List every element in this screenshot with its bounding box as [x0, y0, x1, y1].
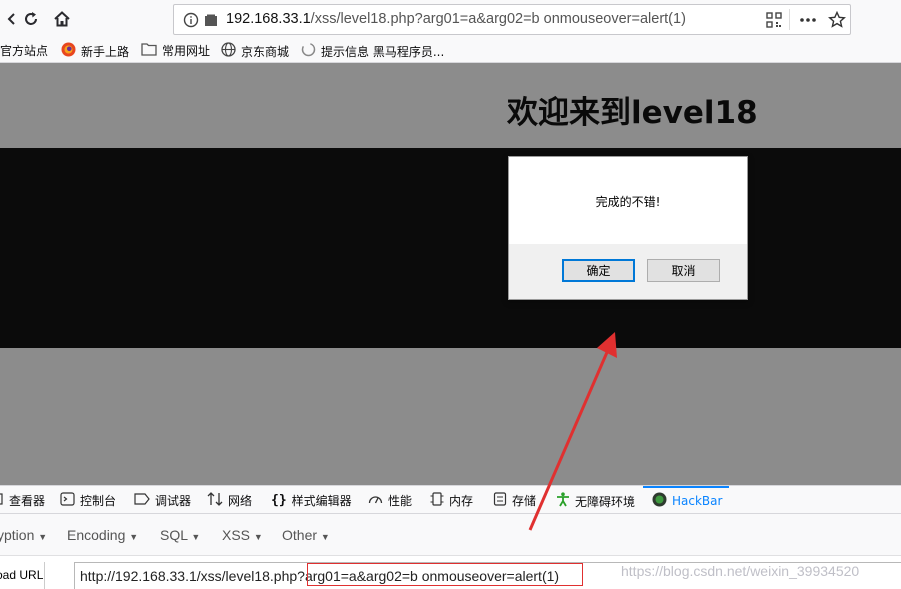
url-host: 192.168.33.1 [226, 11, 311, 27]
highlight-annotation-box [307, 563, 583, 586]
folder-icon [141, 42, 157, 59]
tab-debugger[interactable]: 调试器 [134, 492, 191, 509]
annotation-arrow-icon [528, 332, 617, 531]
tab-label: 内存 [449, 494, 474, 508]
tab-label: HackBar [672, 494, 723, 508]
dropdown-caret-icon: ▼ [253, 532, 263, 542]
browser-toolbar: 192.168.33.1/xss/level18.php?arg01=a&arg… [0, 0, 901, 38]
dialog-message: 完成的不错! [595, 195, 661, 209]
watermark-text: https://blog.csdn.net/weixin_39934520 [621, 563, 860, 579]
inspector-icon [0, 492, 4, 509]
menu-label: SQL [160, 527, 188, 543]
bookmarks-bar: 官方站点 新手上路 常用网址 京东商城 提示信息 黑马程序员... [0, 38, 901, 63]
more-dots-icon[interactable] [799, 12, 817, 32]
loading-icon [301, 42, 316, 60]
bookmark-heima[interactable]: 提示信息 黑马程序员... [301, 42, 444, 60]
tab-inspector[interactable]: 查看器 [0, 492, 45, 509]
debugger-icon [134, 493, 150, 508]
hackbar-menu-encryption[interactable]: yption ▼ [0, 527, 47, 543]
url-divider [789, 9, 790, 30]
tab-label: 样式编辑器 [291, 494, 352, 508]
globe-icon [221, 42, 236, 60]
dropdown-caret-icon: ▼ [38, 532, 48, 542]
bookmark-label: 提示信息 黑马程序员... [321, 44, 445, 59]
url-bar[interactable]: 192.168.33.1/xss/level18.php?arg01=a&arg… [173, 4, 851, 35]
hackbar-menu: yption ▼ Encoding ▼ SQL ▼ XSS ▼ Other ▼ [0, 514, 901, 556]
ok-button[interactable]: 确定 [562, 259, 635, 282]
devtools-tab-bar: 查看器 控制台 调试器 网络 {} 样式编辑器 性能 内存 存储 无障碍环境 H… [0, 485, 901, 514]
style-editor-icon: {} [271, 493, 287, 508]
tab-label: 网络 [228, 494, 253, 508]
cancel-button[interactable]: 取消 [647, 259, 720, 282]
tab-network[interactable]: 网络 [207, 492, 252, 509]
tab-label: 控制台 [80, 494, 117, 508]
bookmark-official[interactable]: 官方站点 [0, 42, 48, 59]
bookmark-label: 新手上路 [81, 44, 130, 59]
hackbar-menu-xss[interactable]: XSS ▼ [222, 527, 263, 543]
page-content: 欢迎来到level18 [0, 63, 901, 485]
firefox-icon [61, 42, 76, 60]
menu-label: Other [282, 527, 318, 543]
storage-icon [493, 492, 507, 509]
tab-memory[interactable]: 内存 [430, 492, 473, 509]
content-band[interactable] [0, 148, 901, 348]
menu-label: XSS [222, 527, 251, 543]
performance-icon [368, 492, 383, 509]
tab-hackbar[interactable]: HackBar [652, 492, 722, 510]
memory-icon [430, 492, 444, 509]
hackbar-icon [652, 492, 667, 510]
active-tab-indicator [643, 486, 729, 488]
tab-label: 查看器 [9, 494, 46, 508]
home-icon[interactable] [50, 7, 74, 31]
bookmark-label: 京东商城 [241, 44, 290, 59]
page-icon [204, 13, 218, 32]
hackbar-divider [44, 562, 45, 589]
dropdown-caret-icon: ▼ [129, 532, 139, 542]
bookmark-newbie[interactable]: 新手上路 [61, 42, 129, 60]
bookmark-label: 官方站点 [0, 44, 49, 58]
bookmark-label: 常用网址 [162, 44, 211, 58]
page-title: 欢迎来到level18 [507, 95, 758, 131]
load-url-button[interactable]: oad URL [0, 568, 43, 582]
alert-dialog: 完成的不错! 确定 取消 [508, 156, 748, 300]
console-icon [60, 492, 75, 509]
network-icon [207, 492, 223, 509]
tab-label: 性能 [388, 494, 413, 508]
screen: 192.168.33.1/xss/level18.php?arg01=a&arg… [0, 0, 901, 589]
menu-label: yption [0, 527, 35, 543]
hackbar-menu-sql[interactable]: SQL ▼ [160, 527, 200, 543]
tab-performance[interactable]: 性能 [368, 492, 412, 509]
reload-icon[interactable] [19, 7, 43, 31]
hackbar-menu-other[interactable]: Other ▼ [282, 527, 330, 543]
dropdown-caret-icon: ▼ [320, 532, 330, 542]
dropdown-caret-icon: ▼ [191, 532, 201, 542]
menu-label: Encoding [67, 527, 126, 543]
info-icon[interactable] [183, 12, 199, 32]
url-text[interactable]: 192.168.33.1/xss/level18.php?arg01=a&arg… [226, 11, 686, 27]
bookmark-jd[interactable]: 京东商城 [221, 42, 289, 60]
url-path: /xss/level18.php?arg01=a&arg02=b onmouse… [310, 11, 686, 27]
bookmark-star-icon[interactable] [828, 10, 846, 33]
dialog-body: 完成的不错! [509, 157, 747, 244]
tab-console[interactable]: 控制台 [60, 492, 116, 509]
hackbar-menu-encoding[interactable]: Encoding ▼ [67, 527, 138, 543]
tab-style-editor[interactable]: {} 样式编辑器 [271, 492, 352, 509]
qr-code-icon[interactable] [766, 12, 782, 32]
tab-label: 调试器 [155, 494, 192, 508]
bookmark-common-sites[interactable]: 常用网址 [141, 42, 210, 59]
